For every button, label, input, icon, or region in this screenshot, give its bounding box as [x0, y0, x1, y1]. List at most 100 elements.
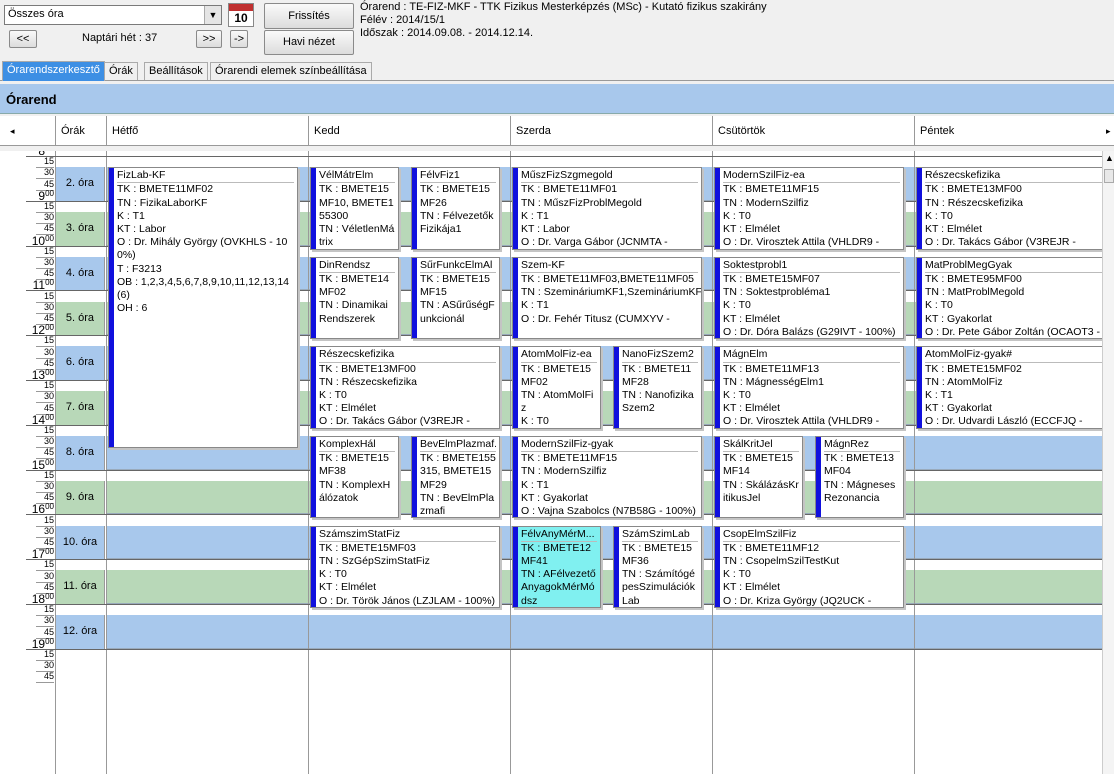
event-card[interactable]: NanoFizSzem2 TK : BMETE11MF28 TN : Nanofiz…: [613, 346, 702, 429]
hour-minutes: 00: [45, 368, 54, 377]
minute-label: 15: [43, 201, 54, 211]
event-line: K : T0: [723, 299, 751, 312]
slot-band: [106, 570, 1102, 604]
event-line: TN : FélvezetőkFizikája1: [420, 209, 494, 235]
event-card[interactable]: AtomMolFiz-gyak# TK : BMETE15MF02 TN : Ato…: [916, 346, 1102, 429]
event-title: ModernSzilFiz-gyak: [521, 438, 698, 453]
scroll-left-icon[interactable]: ◂: [10, 126, 15, 137]
event-card[interactable]: Részecskefizika TK : BMETE13MF00 TN : Rész…: [310, 346, 500, 429]
event-card[interactable]: BevElmPlazmaf... TK : BMETE155315, BMETE1…: [411, 436, 500, 519]
minute-label: 15: [43, 380, 54, 391]
scroll-up-icon[interactable]: ▲: [1105, 153, 1114, 163]
timetable-title-bar: Órarend: [0, 84, 1114, 114]
timetable-name: Órarend : TE-FIZ-MKF - TTK Fizikus Meste…: [360, 1, 767, 13]
tab-color-settings[interactable]: Órarendi elemek színbeállítása: [210, 62, 372, 80]
minute-label: 30: [43, 391, 54, 402]
event-card[interactable]: ModernSzilFiz-gyak TK : BMETE11MF15 TN : M…: [512, 436, 702, 519]
event-card[interactable]: SzámszimStatFiz TK : BMETE15MF03 TN : SzGé…: [310, 525, 500, 608]
class-filter-select[interactable]: Összes óra ▼: [4, 5, 222, 25]
event-line: TN : SkálázásKritikusJel: [723, 478, 799, 504]
slot-label: 6. óra: [55, 346, 105, 380]
vertical-scrollbar[interactable]: ▲: [1102, 151, 1114, 774]
event-color-bar: [917, 257, 922, 339]
minute-label: 30: [43, 301, 54, 312]
event-color-bar: [917, 168, 922, 249]
event-line: TN : ASűrűségFunkcionál: [420, 299, 495, 325]
event-color-bar: [109, 168, 114, 447]
event-card[interactable]: Részecskefizika TK : BMETE13MF00 TN : Rész…: [916, 167, 1102, 250]
event-card[interactable]: MűszFizSzgmegold TK : BMETE11MF01 TN : Műs…: [512, 167, 702, 250]
event-card[interactable]: CsopElmSzilFiz TK : BMETE11MF12 TN : Csope…: [714, 525, 904, 608]
event-card[interactable]: MágnRez TK : BMETE13MF04 TN : MágnesesRezo…: [815, 436, 904, 519]
event-line: TK : BMETE11MF01: [521, 183, 618, 196]
hour-minutes: 00: [45, 233, 54, 243]
event-card[interactable]: KomplexHál TK : BMETE15MF38 TN : KomplexHá…: [310, 436, 399, 519]
event-line: TK : BMETE15MF03: [319, 541, 416, 554]
event-card[interactable]: FizLab-KF TK : BMETE11MF02 TN : FizikaLabo…: [108, 167, 298, 448]
minute-label: 30: [43, 660, 54, 671]
event-line: KT : Elmélet: [723, 581, 780, 594]
hour-minutes: 00: [45, 592, 54, 601]
event-card[interactable]: FélvFiz1 TK : BMETE15MF26 TN : FélvezetőkF…: [411, 167, 500, 250]
slot-band: [106, 615, 1102, 649]
minute-label: 45: [43, 626, 54, 637]
scroll-right-icon[interactable]: ▸: [1106, 126, 1111, 137]
event-card[interactable]: FélvAnyMérM... TK : BMETE12MF41 TN : AFélv…: [512, 525, 601, 608]
monthly-view-button[interactable]: Havi nézet: [264, 30, 354, 55]
chevron-down-icon[interactable]: ▼: [204, 6, 221, 24]
event-color-bar: [715, 347, 720, 428]
event-card[interactable]: MágnElm TK : BMETE11MF13 TN : MágnességElm…: [714, 346, 904, 429]
minute-label: 45: [43, 178, 54, 189]
event-line: TK : BMETE11MF13: [723, 362, 820, 375]
next-small-button[interactable]: ->: [230, 30, 248, 48]
event-line: TK : BMETE15MF38: [319, 452, 390, 478]
event-color-bar: [816, 437, 821, 518]
next-week-button[interactable]: >>: [196, 30, 222, 48]
scrollbar-thumb[interactable]: [1104, 169, 1114, 183]
prev-week-button[interactable]: <<: [9, 30, 37, 48]
event-card[interactable]: Szem-KF TK : BMETE11MF03,BMETE11MF05 TN : …: [512, 256, 702, 340]
tab-timetable-editor[interactable]: Órarendszerkesztő: [2, 61, 105, 81]
header-monday: Hétfő: [106, 116, 308, 146]
calendar-button[interactable]: 10: [228, 3, 254, 27]
event-line: TK : BMETE11MF15: [521, 452, 618, 465]
event-line: TK : BMETE15MF02: [521, 362, 592, 388]
event-line: TK : BMETE95MF00: [925, 273, 1022, 285]
minute-label: 45: [43, 581, 54, 592]
minute-label: 30: [43, 257, 54, 267]
event-card[interactable]: AtomMolFiz-ea TK : BMETE15MF02 TN : AtomMo…: [512, 346, 601, 429]
refresh-button[interactable]: Frissítés: [264, 3, 354, 29]
minute-label: 15: [43, 604, 54, 615]
slot-label: 11. óra: [55, 570, 105, 604]
event-title: SkálKritJel: [723, 438, 799, 453]
event-title: AtomMolFiz-ea: [521, 348, 597, 363]
column-divider: [914, 151, 915, 774]
slot-label: 4. óra: [55, 256, 105, 291]
event-card[interactable]: Soktestprobl1 TK : BMETE15MF07 TN : Soktes…: [714, 256, 904, 340]
event-card[interactable]: DinRendsz TK : BMETE14MF02 TN : DinamikaiR…: [310, 256, 399, 340]
hour-minutes: 00: [45, 151, 54, 153]
event-line: K : T0: [319, 389, 347, 401]
event-card[interactable]: SűrFunkcElmAl TK : BMETE15MF15 TN : ASűrűs…: [411, 256, 500, 340]
event-card[interactable]: VélMátrElm TK : BMETE15MF10, BMETE155300 T…: [310, 167, 399, 250]
minute-label: 15: [43, 425, 54, 435]
minute-label: 45: [43, 268, 54, 279]
event-card[interactable]: SkálKritJel TK : BMETE15MF14 TN : Skálázás…: [714, 436, 803, 519]
event-line: O : Dr. Udvardi László (ECCFJQ -: [925, 415, 1083, 428]
minute-label: 30: [43, 615, 54, 626]
tab-classes[interactable]: Órák: [104, 62, 138, 80]
minute-label: 15: [43, 649, 54, 659]
event-title: KomplexHál: [319, 438, 395, 453]
event-card[interactable]: SzámSzimLab TK : BMETE15MF36 TN : Számítóg…: [613, 525, 702, 608]
minute-label: 30: [43, 481, 54, 491]
event-card[interactable]: ModernSzilFiz-ea TK : BMETE11MF15 TN : Mod…: [714, 167, 904, 250]
event-color-bar: [513, 526, 518, 607]
event-line: TK : BMETE13MF00: [319, 362, 416, 375]
minute-label: 45: [43, 447, 54, 458]
tab-settings[interactable]: Beállítások: [144, 62, 208, 80]
event-card[interactable]: MatProblMegGyak TK : BMETE95MF00 TN : MatP…: [916, 256, 1102, 340]
event-line: TN : VéletlenMátrix: [319, 223, 395, 249]
event-line: TK : BMETE11MF15: [723, 183, 820, 196]
hour-minutes: 00: [45, 547, 54, 557]
event-line: O : Dr. Varga Gábor (JCNMTA -: [521, 236, 668, 249]
